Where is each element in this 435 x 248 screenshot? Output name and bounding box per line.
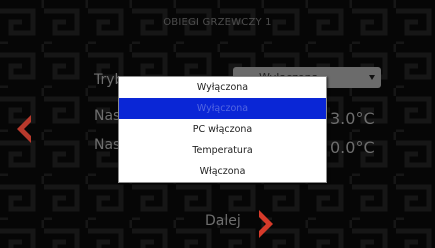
- setpoint-2-label: Nas: [94, 137, 121, 153]
- dropdown-option[interactable]: Włączona: [119, 161, 326, 182]
- next-label[interactable]: Dalej: [205, 213, 241, 229]
- setpoint-1-label: Nas: [94, 108, 121, 124]
- dropdown-option[interactable]: PC włączona: [119, 119, 326, 140]
- chevron-down-icon: [369, 75, 375, 80]
- dropdown-option[interactable]: Wyłączona: [119, 77, 326, 98]
- dropdown-option-selected[interactable]: Wyłączona: [119, 98, 326, 119]
- page-title: OBIEGI GRZEWCZY 1: [163, 17, 272, 28]
- chevron-left-icon[interactable]: [14, 114, 34, 144]
- chevron-right-icon[interactable]: [256, 209, 276, 239]
- mode-dropdown-list[interactable]: Wyłączona Wyłączona PC włączona Temperat…: [118, 76, 327, 183]
- setpoint-2-value[interactable]: 0.0°C: [330, 138, 375, 157]
- heating-circuit-screen: OBIEGI GRZEWCZY 1 Tryb Wyłączona Nas 3.0…: [0, 0, 435, 248]
- setpoint-1-value[interactable]: 3.0°C: [330, 109, 375, 128]
- dropdown-option[interactable]: Temperatura: [119, 140, 326, 161]
